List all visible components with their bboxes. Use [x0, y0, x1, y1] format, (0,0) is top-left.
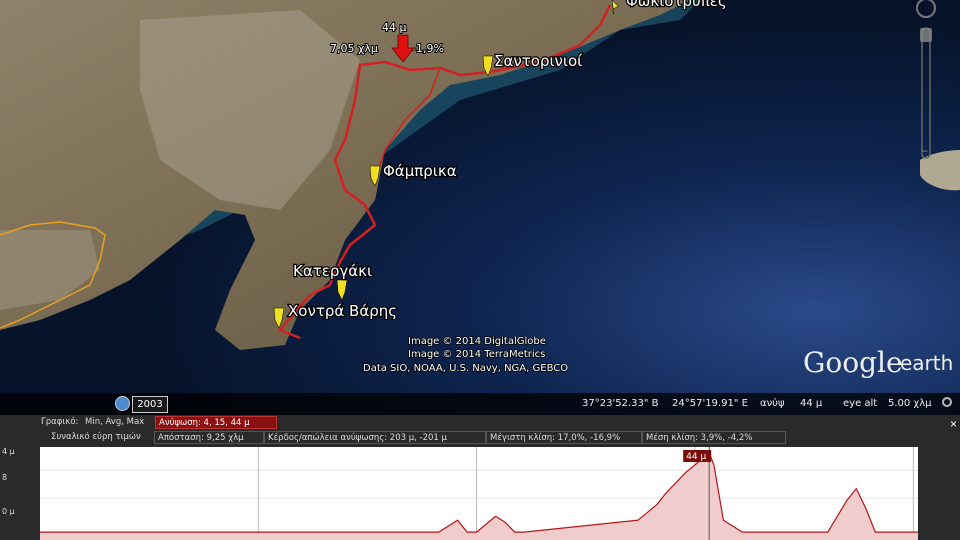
range-label: Συναλικό εύρη τιμών: [48, 431, 144, 444]
chart-background: [40, 447, 918, 540]
graph-label: Γραφικό:: [38, 416, 82, 429]
pin-label: Φάμπρικα: [383, 162, 457, 180]
eye-alt-readout: 5.00 χλμ: [888, 398, 932, 409]
streaming-indicator-icon: [942, 397, 952, 407]
zoom-slider[interactable]: [921, 27, 931, 159]
look-joystick-icon[interactable]: [916, 0, 936, 18]
marker-elevation: 44 μ: [382, 21, 407, 34]
profile-stats-row: Γραφικό: Min, Avg, Max Ανύψωση: 4, 15, 4…: [0, 416, 960, 430]
cursor-label: 44 μ: [686, 452, 706, 462]
y-tick-label: 0 μ: [2, 507, 15, 516]
marker-slope: -1,9%: [412, 42, 444, 55]
marker-distance: 7,05 χλμ: [330, 42, 378, 55]
status-bar: 2003 37°23'52.33" Β 24°57'19.91" Ε ανύψ …: [0, 393, 960, 415]
elevation-stats-cell[interactable]: Ανύψωση: 4, 15, 44 μ: [155, 416, 277, 429]
elevation-readout-label: ανύψ: [760, 398, 785, 409]
sun-icon[interactable]: [115, 396, 130, 411]
pin-label: Σαντορινιοί: [494, 52, 582, 70]
close-icon[interactable]: ×: [950, 417, 957, 431]
distance-cell: Απόσταση: 9,25 χλμ: [154, 431, 264, 444]
google-earth-logo: Google earth: [803, 346, 953, 379]
elevation-gain-cell: Κέρδος/απώλεια ανύψωσης: 203 μ, -201 μ: [264, 431, 486, 444]
credit-line: Image © 2014 TerraMetrics: [408, 349, 545, 360]
satellite-map[interactable]: Φωκιότρυπες Σαντορινιοί Φάμπρικα Κατεργά…: [0, 0, 960, 415]
navigation-controls[interactable]: −: [912, 0, 942, 170]
elevation-readout: 44 μ: [800, 398, 823, 409]
credit-line: Image © 2014 DigitalGlobe: [408, 336, 546, 347]
max-slope-cell: Μέγιστη κλίση: 17,0%, -16,9%: [486, 431, 642, 444]
logo-google: Google: [803, 346, 903, 379]
longitude-readout: 24°57'19.91" Ε: [672, 398, 748, 409]
pin-label: Χοντρά Βάρης: [288, 302, 397, 320]
y-tick-label: 4 μ: [2, 447, 15, 456]
y-tick-label: 8: [2, 473, 8, 482]
latitude-readout: 37°23'52.33" Β: [582, 398, 659, 409]
credit-line: Data SIO, NOAA, U.S. Navy, NGA, GEBCO: [363, 363, 568, 374]
pin-label: Φωκιότρυπες: [626, 0, 727, 10]
zoom-slider-thumb[interactable]: [920, 28, 932, 42]
pin-label: Κατεργάκι: [293, 262, 372, 280]
zoom-out-icon[interactable]: −: [921, 144, 928, 158]
profile-summary-row: Συναλικό εύρη τιμών Απόσταση: 9,25 χλμ Κ…: [0, 431, 960, 445]
historical-imagery-year[interactable]: 2003: [132, 396, 168, 413]
elevation-profile-chart[interactable]: 44 μ: [40, 447, 918, 540]
stats-mode-label[interactable]: Min, Avg, Max: [82, 416, 148, 429]
avg-slope-cell: Μέση κλίση: 3,9%, -4,2%: [642, 431, 786, 444]
logo-earth: earth: [900, 351, 953, 375]
eye-alt-label: eye alt: [843, 398, 878, 409]
